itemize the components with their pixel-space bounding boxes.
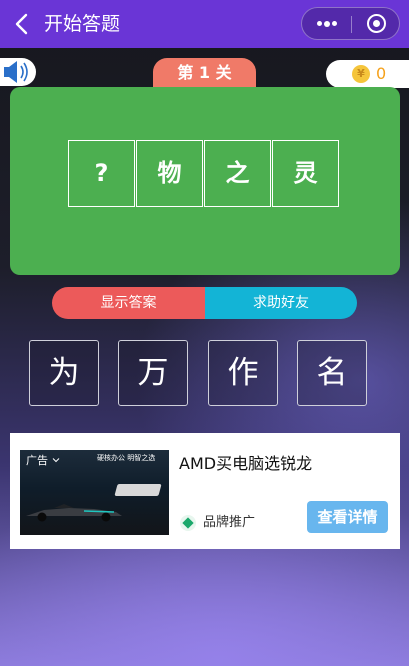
puzzle-cell: 之 [204,140,271,207]
ad-tag[interactable]: 广告 [26,454,60,468]
speaker-icon [4,61,28,83]
ad-headline[interactable]: AMD买电脑选锐龙 [179,453,312,475]
chevron-down-icon [52,458,59,463]
puzzle-cell: 灵 [272,140,339,207]
ad-image[interactable]: 广告 硬核办公 明智之选 [20,450,169,535]
question-board: ? 物 之 灵 [10,87,400,275]
coin-icon: ¥ [352,65,370,83]
race-car-graphic [26,504,122,522]
option-tile[interactable]: 名 [297,340,367,406]
show-answer-button[interactable]: 显示答案 [52,287,205,319]
back-button[interactable] [10,10,36,38]
brand-promo-icon [180,515,196,531]
coin-count: 0 [376,64,387,83]
sound-toggle-button[interactable] [0,58,36,86]
navigation-bar: 开始答题 [0,0,409,48]
option-tile[interactable]: 为 [29,340,99,406]
more-dot-icon [324,20,330,27]
ad-brand-label: 品牌推广 [203,515,256,530]
level-label: 第 1 关 [153,58,256,88]
more-dot-icon [332,21,337,26]
more-menu-button[interactable] [302,8,351,39]
puzzle-cell: 物 [136,140,203,207]
puzzle-cell-blank[interactable]: ? [68,140,135,207]
close-mini-program-button[interactable] [352,8,400,39]
laptop-graphic [114,484,162,496]
option-tile[interactable]: 万 [118,340,188,406]
coin-counter: ¥ 0 [326,60,409,88]
ad-tag-label: 广告 [26,454,48,467]
mini-program-capsule [301,7,400,40]
page-title: 开始答题 [44,13,121,35]
chevron-left-icon [15,13,28,35]
ask-friend-button[interactable]: 求助好友 [205,287,357,319]
view-details-button[interactable]: 查看详情 [307,501,388,533]
ad-card[interactable]: 广告 硬核办公 明智之选 AMD买电脑选锐龙 品牌推广 查看详情 [10,433,400,549]
more-dot-icon [317,21,322,26]
option-tile[interactable]: 作 [208,340,278,406]
target-dot-icon [373,20,380,27]
